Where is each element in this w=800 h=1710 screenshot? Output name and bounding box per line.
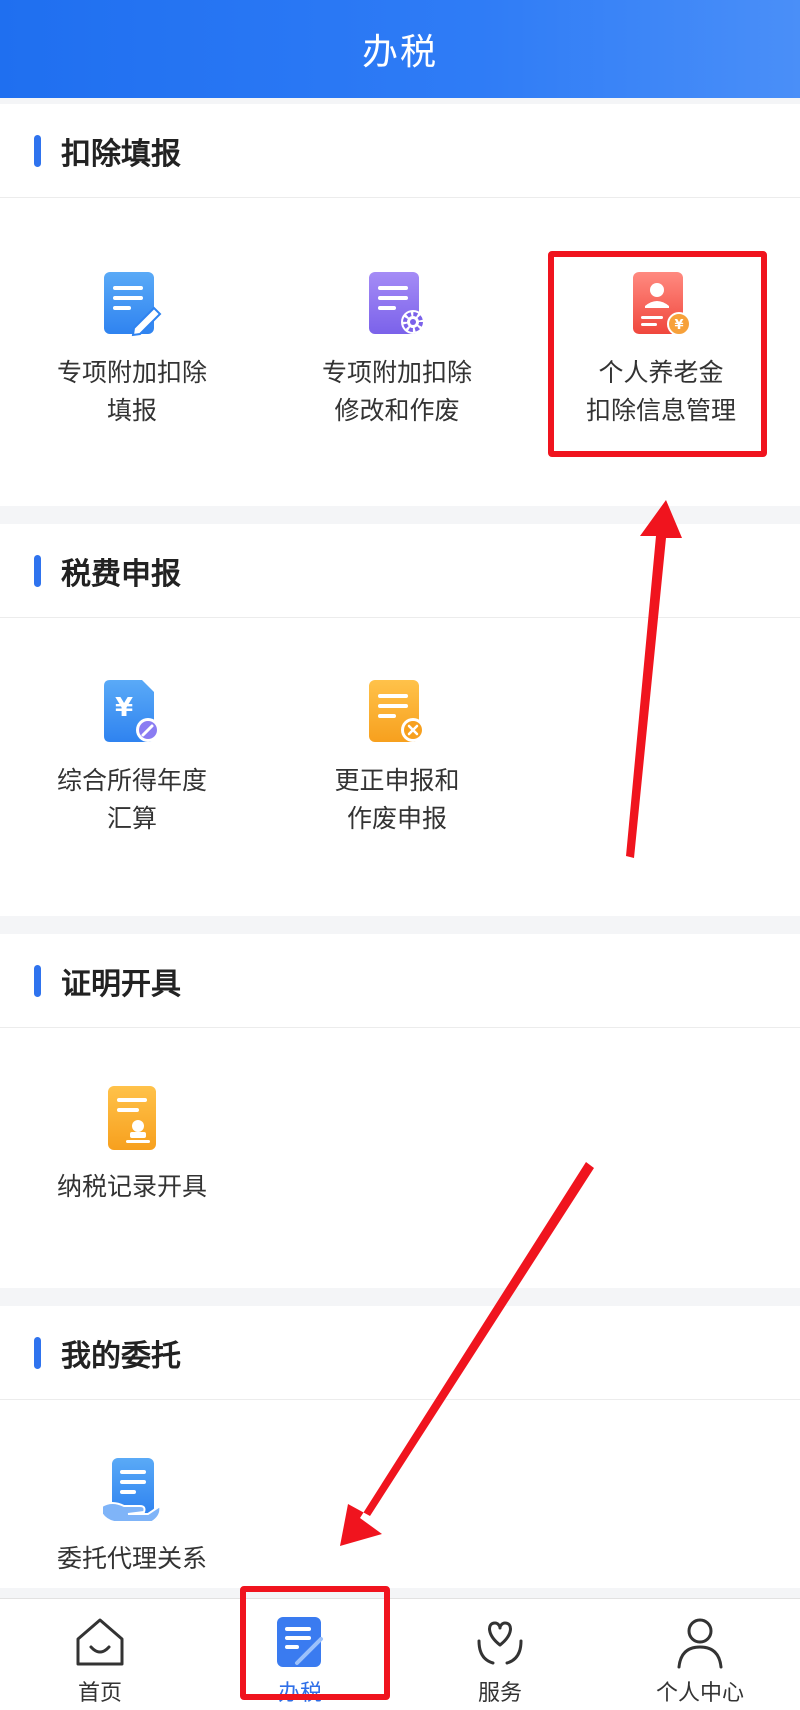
tab-label: 服务 (477, 1681, 522, 1706)
section-marker (34, 964, 41, 997)
tile-label: 委托代理关系 (56, 1544, 207, 1573)
tile-label: 纳税记录开具 (56, 1172, 207, 1201)
section-title: 税费申报 (61, 556, 181, 592)
top-header: 办税 (0, 0, 800, 98)
section-deduction-filing: 扣除填报 专项附加扣除 填报 专项附加扣除 修改和作废 ¥ 个人养老金 扣除信息… (0, 104, 800, 506)
doc-cancel-icon (369, 680, 425, 742)
bottom-tab-bar: 首页 办税 服务 个人中心 (0, 1598, 800, 1710)
section-title: 我的委托 (61, 1338, 181, 1374)
tile-label: 专项附加扣除 修改和作废 (321, 358, 472, 425)
tile-correct-declaration[interactable]: 更正申报和 作废申报 (282, 678, 512, 838)
section-my-delegation: 我的委托 委托代理关系 (0, 1306, 800, 1588)
doc-hand-icon (101, 1458, 162, 1523)
tile-annual-settlement[interactable]: ¥ 综合所得年度 汇算 (17, 678, 247, 838)
heart-hands-icon (477, 1621, 523, 1665)
section-title: 证明开具 (61, 966, 181, 1002)
tab-label: 个人中心 (655, 1681, 744, 1706)
tile-label: 综合所得年度 汇算 (56, 766, 207, 833)
doc-gear-icon (369, 272, 425, 334)
tile-label: 个人养老金 扣除信息管理 (585, 358, 736, 425)
page-title: 办税 (361, 32, 438, 73)
tab-label: 首页 (77, 1681, 122, 1706)
tab-tax[interactable]: 办税 (200, 1599, 400, 1710)
section-header: 证明开具 (0, 934, 800, 1028)
tab-service[interactable]: 服务 (400, 1599, 600, 1710)
section-title: 扣除填报 (61, 136, 181, 172)
tile-label: 更正申报和 作废申报 (334, 766, 460, 833)
tile-special-deduction-modify[interactable]: 专项附加扣除 修改和作废 (282, 270, 512, 430)
person-icon (677, 1618, 723, 1669)
section-tax-declaration: 税费申报 ¥ 综合所得年度 汇算 更正申报和 作废申报 (0, 524, 800, 916)
tile-personal-pension[interactable]: ¥ 个人养老金 扣除信息管理 (546, 270, 776, 430)
tab-label: 办税 (277, 1681, 322, 1706)
svg-text:¥: ¥ (115, 693, 133, 723)
doc-edit-icon (104, 272, 162, 337)
tile-tax-record[interactable]: 纳税记录开具 (17, 1084, 247, 1206)
section-marker (34, 554, 41, 587)
tile-special-deduction-fill[interactable]: 专项附加扣除 填报 (17, 270, 247, 430)
tile-label: 专项附加扣除 填报 (56, 358, 207, 425)
home-icon (76, 1618, 124, 1666)
section-header: 扣除填报 (0, 104, 800, 198)
pension-card-icon: ¥ (633, 272, 691, 336)
section-header: 我的委托 (0, 1306, 800, 1400)
section-marker (34, 134, 41, 167)
tile-agency-relation[interactable]: 委托代理关系 (17, 1456, 247, 1578)
tax-doc-icon (277, 1617, 323, 1667)
section-marker (34, 1336, 41, 1369)
tab-profile[interactable]: 个人中心 (600, 1599, 800, 1710)
section-certificates: 证明开具 纳税记录开具 (0, 934, 800, 1288)
yuan-doc-edit-icon: ¥ (104, 680, 160, 742)
svg-text:¥: ¥ (674, 318, 683, 333)
tab-home[interactable]: 首页 (0, 1599, 200, 1710)
certificate-stamp-icon (108, 1086, 156, 1150)
section-header: 税费申报 (0, 524, 800, 618)
